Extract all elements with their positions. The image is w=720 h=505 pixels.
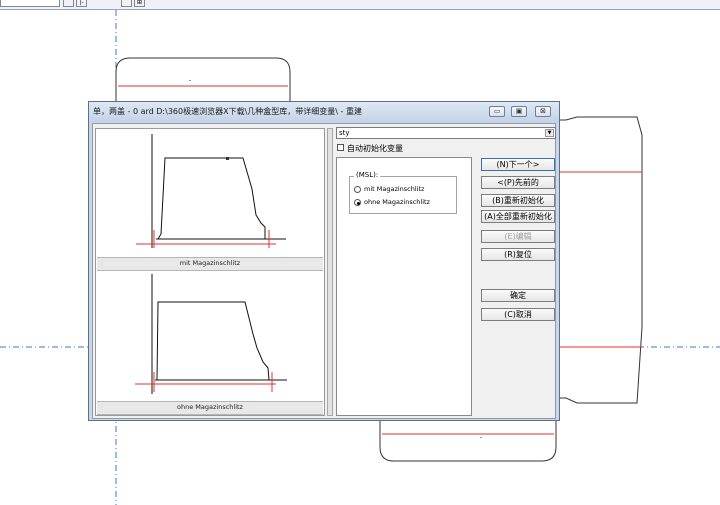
preview-pane: mit Magazinschlitz ohne Magazinschlitz [95, 128, 325, 416]
right-flap-outline [560, 116, 643, 404]
chevron-down-icon[interactable]: ▼ [545, 129, 554, 137]
variable-list[interactable]: (MSL): mit Magazinschlitz ohne Magazinsc… [336, 157, 472, 416]
list-marker-dot [226, 157, 229, 160]
msl-group-legend: (MSL): [354, 171, 381, 179]
toolbar-grid-button[interactable]: ⊞ [134, 0, 145, 7]
top-flap-outline [115, 57, 291, 101]
reinitialize-button[interactable]: (B)重新初始化 [481, 194, 555, 207]
top-toolbar: |- ⊞ [0, 0, 720, 10]
radio-label-ohne: ohne Magazinschlitz [364, 198, 430, 206]
close-button[interactable]: ⊠ [535, 106, 551, 117]
radio-selected-dot [357, 202, 360, 205]
ok-button[interactable]: 确定 [481, 289, 555, 302]
maximize-button[interactable]: ▣ [511, 106, 527, 117]
rebuild-dialog: 单，两盖 - 0 ard D:\360极速浏览器X下载\几种盒型库，带详细变量\… [88, 101, 560, 421]
toolbar-button-1[interactable] [63, 0, 74, 7]
preview-mit-profile [157, 157, 266, 240]
checkbox-box[interactable] [337, 144, 344, 151]
radio-label-mit: mit Magazinschlitz [364, 185, 425, 193]
toolbar-button-2[interactable]: |- [76, 0, 87, 7]
preview-image-mit [98, 131, 322, 252]
dialog-titlebar[interactable]: 单，两盖 - 0 ard D:\360极速浏览器X下载\几种盒型库，带详细变量\… [89, 102, 559, 122]
next-button[interactable]: (N)下一个> [481, 158, 555, 171]
preview-image-ohne [98, 272, 322, 396]
preview-scrollbar[interactable] [327, 128, 333, 416]
style-combo-value: sty [339, 129, 350, 137]
radio-circle-ohne[interactable] [354, 199, 361, 206]
edit-button[interactable]: (E)编辑 [481, 230, 555, 243]
previous-button[interactable]: <(P)先前的 [481, 176, 555, 189]
toolbar-input[interactable] [0, 0, 60, 7]
msl-groupbox: (MSL): mit Magazinschlitz ohne Magazinsc… [349, 171, 457, 214]
dialog-title: 单，两盖 - 0 ard D:\360极速浏览器X下载\几种盒型库，带详细变量\… [93, 107, 362, 116]
bottom-flap-outline [379, 421, 557, 462]
radio-circle-mit[interactable] [354, 186, 361, 193]
reinitialize-all-button[interactable]: (A)全部重新初始化 [481, 210, 555, 223]
auto-init-label: 自动初始化变量 [347, 144, 403, 153]
reset-button[interactable]: (R)复位 [481, 248, 555, 261]
cancel-button[interactable]: (C)取消 [481, 308, 555, 321]
preview-caption-ohne: ohne Magazinschlitz [97, 401, 323, 415]
minimize-button[interactable]: ▭ [489, 106, 505, 117]
preview-caption-mit: mit Magazinschlitz [97, 257, 323, 271]
dialog-client-area: mit Magazinschlitz ohne Magazinschlitz s… [92, 123, 556, 419]
style-combo[interactable]: sty ▼ [336, 127, 556, 139]
toolbar-button-3[interactable] [121, 0, 132, 7]
preview-ohne-profile [156, 301, 270, 381]
